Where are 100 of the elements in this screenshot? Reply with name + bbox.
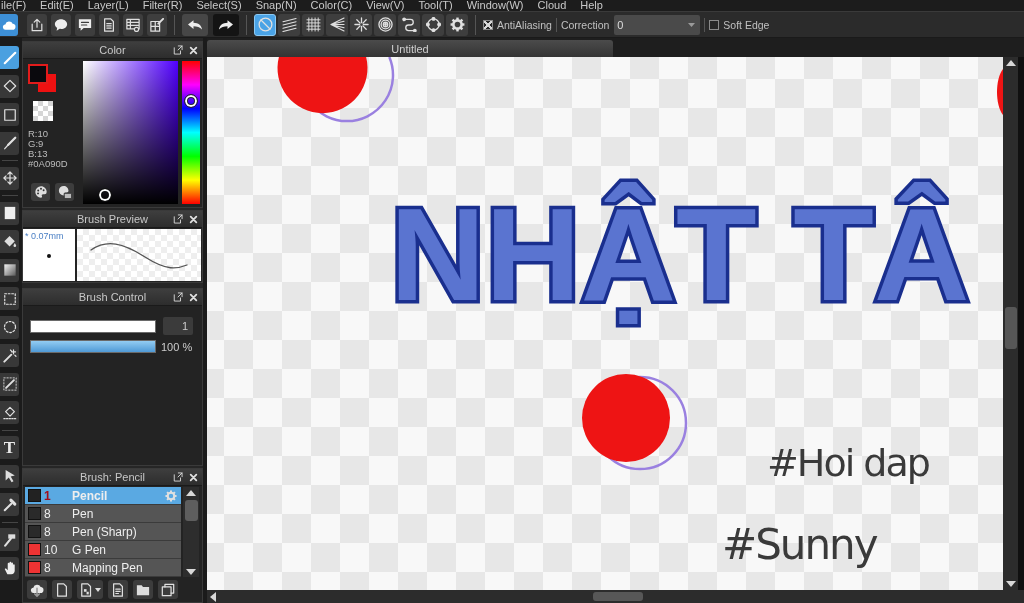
eyedropper-tool-button[interactable] — [0, 493, 19, 516]
size-slider[interactable] — [30, 319, 156, 333]
parallel-snap-button[interactable] — [278, 13, 300, 36]
menu-item[interactable]: Layer(L) — [87, 0, 129, 11]
scrollbar-thumb[interactable] — [1004, 307, 1017, 349]
color-swatches-icon[interactable] — [28, 64, 56, 92]
menu-item[interactable]: Snap(N) — [255, 0, 297, 11]
text-tool-button[interactable]: T — [0, 436, 19, 459]
perspective-snap-button[interactable] — [326, 13, 348, 36]
brush-row[interactable]: 8 Mapping Pen — [25, 559, 181, 577]
select-tool-button[interactable] — [0, 287, 19, 310]
cloud-button[interactable] — [0, 13, 18, 36]
pop-out-icon[interactable] — [173, 472, 183, 482]
menu-item[interactable]: Cloud — [537, 0, 567, 11]
pen-tool-button[interactable] — [0, 46, 19, 69]
scrollbar-thumb[interactable] — [593, 592, 643, 601]
close-icon[interactable] — [189, 45, 198, 55]
select-pen-tool-button[interactable] — [0, 372, 19, 396]
magic-wand-tool-button[interactable] — [0, 344, 19, 367]
table-icon — [126, 17, 140, 32]
down-arrow-icon[interactable] — [186, 569, 196, 575]
gradient-tool-button[interactable] — [0, 258, 19, 282]
add-brush-button[interactable] — [77, 580, 103, 599]
message-button[interactable] — [75, 13, 95, 36]
new-brush-button[interactable] — [52, 580, 72, 599]
table-settings-button[interactable] — [123, 13, 143, 36]
up-arrow-icon[interactable] — [186, 490, 196, 496]
grid-snap-button[interactable] — [302, 13, 324, 36]
share-button[interactable] — [27, 13, 47, 36]
menu-item[interactable]: Help — [580, 0, 603, 11]
document-grid-icon — [79, 582, 94, 597]
grid-icon — [305, 17, 321, 32]
close-icon[interactable] — [189, 472, 198, 482]
palette-settings-button[interactable] — [55, 183, 74, 201]
pop-out-icon[interactable] — [173, 214, 183, 224]
document-tab[interactable]: Untitled — [207, 40, 613, 57]
table-edit-button[interactable] — [147, 13, 167, 36]
left-arrow-icon[interactable] — [210, 591, 216, 602]
pop-out-icon[interactable] — [173, 292, 183, 302]
brush-row[interactable]: 8 Pen — [25, 505, 181, 523]
cloud-download-button[interactable] — [27, 580, 47, 599]
size-field[interactable]: 1 — [163, 317, 193, 335]
menu-item[interactable]: View(V) — [366, 0, 405, 11]
menu-item[interactable]: Edit(E) — [40, 0, 74, 11]
correction-dropdown[interactable]: 0 — [614, 14, 701, 35]
close-icon[interactable] — [189, 292, 198, 302]
drawing-canvas[interactable]: NHẬT TÂ #Hoi dap #Sunny — [207, 57, 1003, 590]
bucket-tool-button[interactable] — [0, 230, 19, 253]
menu-item[interactable]: ile(F) — [1, 0, 27, 11]
close-icon[interactable] — [189, 214, 198, 224]
cloud-download-icon — [30, 582, 44, 597]
menu-item[interactable]: Color(C) — [310, 0, 353, 11]
checkbox[interactable] — [483, 19, 493, 30]
copy-button[interactable] — [158, 580, 178, 599]
curve-snap-button[interactable] — [398, 13, 420, 36]
shape-tool-button[interactable] — [0, 103, 19, 126]
dashed-square-icon — [2, 291, 17, 306]
up-arrow-icon[interactable] — [1005, 60, 1016, 66]
snap-off-button[interactable] — [254, 13, 276, 36]
menu-item[interactable]: Select(S) — [196, 0, 242, 11]
eraser-tool-button[interactable] — [0, 74, 19, 98]
operation-tool-button[interactable] — [0, 464, 19, 488]
lasso-tool-button[interactable] — [0, 315, 19, 339]
color-picker-handle[interactable] — [98, 188, 112, 202]
script-button[interactable] — [108, 580, 128, 599]
hue-handle[interactable] — [184, 94, 198, 108]
scrollbar-thumb[interactable] — [184, 500, 198, 521]
down-arrow-icon[interactable] — [1005, 581, 1016, 587]
hue-slider[interactable] — [182, 61, 200, 204]
redo-button[interactable] — [213, 13, 239, 36]
color-value: R:10 — [28, 129, 49, 139]
folder-button[interactable] — [133, 580, 153, 599]
undo-button[interactable] — [182, 13, 208, 36]
opacity-slider[interactable] — [30, 340, 156, 353]
vertical-scrollbar[interactable] — [183, 487, 199, 577]
radial-snap-button[interactable] — [350, 13, 372, 36]
ellipse-snap-button[interactable] — [422, 13, 444, 36]
panel-title: Color — [99, 43, 126, 57]
brush-row[interactable]: 10 G Pen — [25, 541, 181, 559]
horizontal-scrollbar[interactable] — [207, 590, 1024, 603]
vertical-scrollbar[interactable] — [1003, 57, 1018, 590]
snap-settings-button[interactable] — [446, 13, 468, 36]
concentric-snap-button[interactable] — [374, 13, 396, 36]
brush-tool-button[interactable] — [0, 131, 19, 155]
pop-out-icon[interactable] — [173, 45, 183, 55]
document-button[interactable] — [99, 13, 119, 36]
speech-bubble-button[interactable] — [51, 13, 71, 36]
move-tool-button[interactable] — [0, 166, 19, 190]
hammer-tool-button[interactable] — [0, 528, 19, 551]
checkbox[interactable] — [709, 19, 720, 30]
menu-item[interactable]: Tool(T) — [418, 0, 453, 11]
menu-item[interactable]: Filter(R) — [142, 0, 183, 11]
palette-button[interactable] — [31, 183, 50, 201]
transparent-swatch-icon[interactable] — [33, 101, 53, 121]
menu-item[interactable]: Window(W) — [466, 0, 524, 11]
color-square[interactable] — [83, 61, 178, 204]
brush-row[interactable]: 8 Pen (Sharp) — [25, 523, 181, 541]
hand-tool-button[interactable] — [0, 556, 19, 580]
select-eraser-tool-button[interactable] — [0, 401, 19, 424]
fill-tool-button[interactable] — [0, 201, 19, 225]
